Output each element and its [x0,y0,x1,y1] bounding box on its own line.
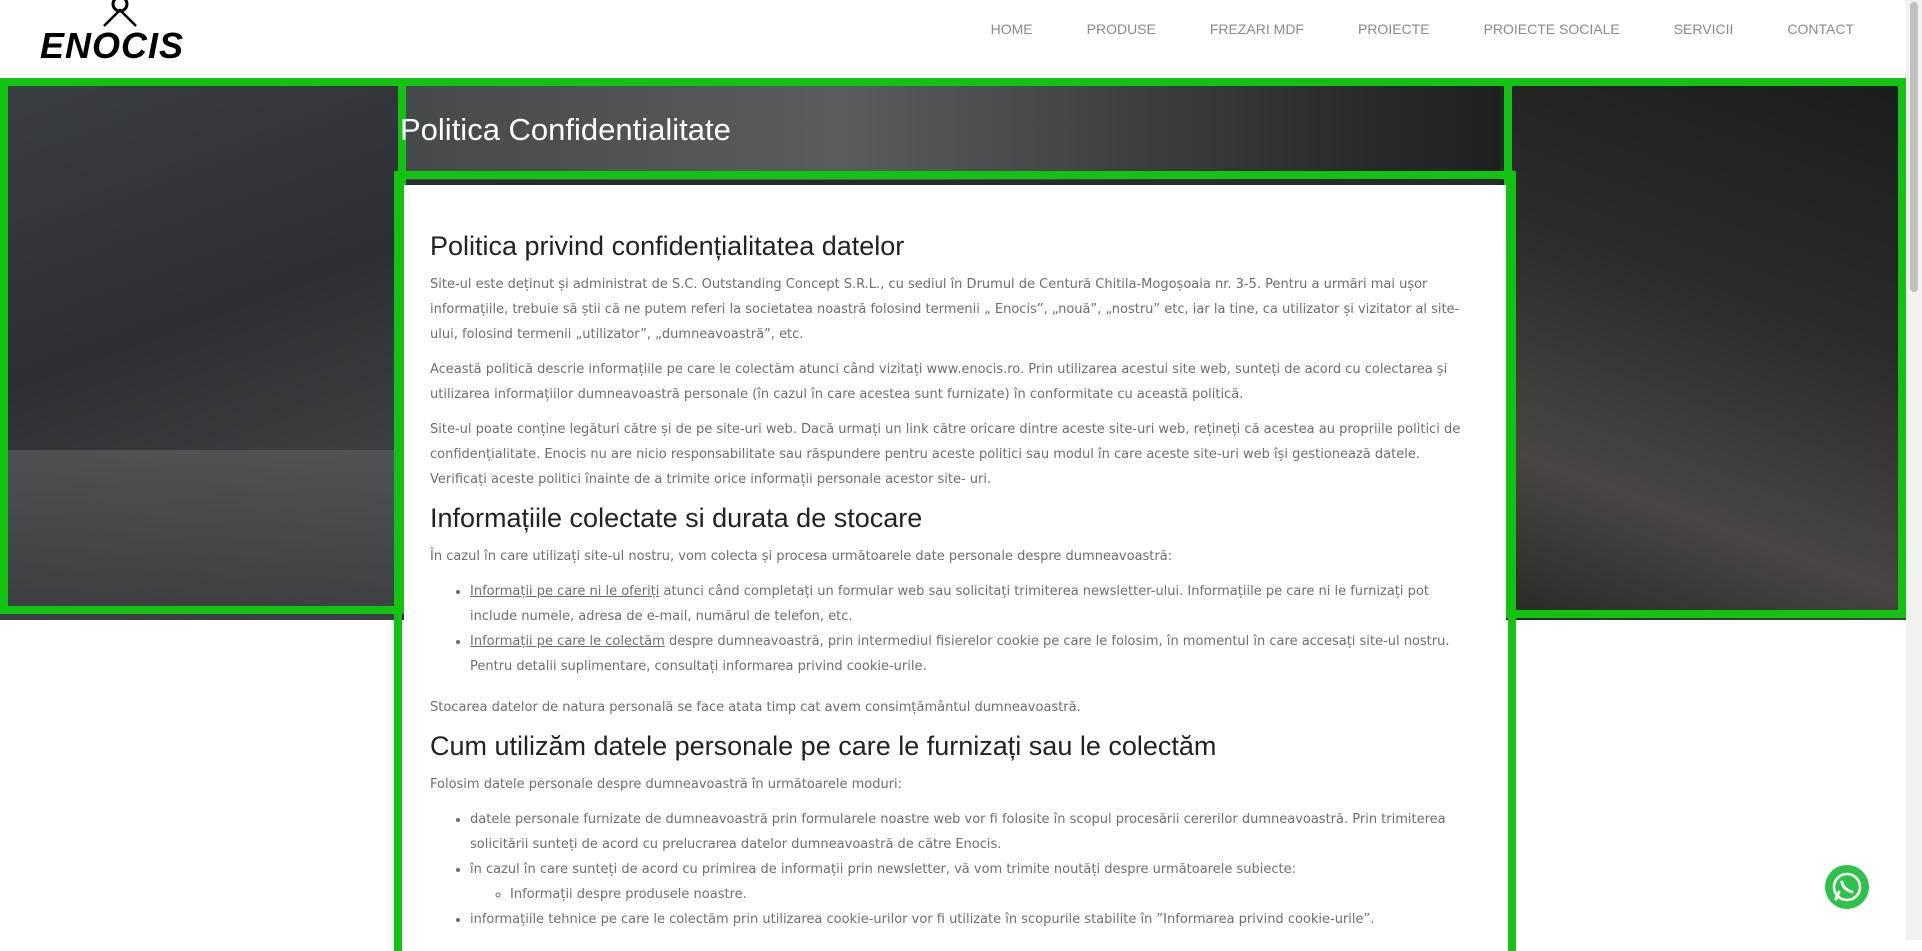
highlight-frame-right [1504,78,1906,618]
page-scrollbar[interactable] [1906,0,1922,940]
list-item: informațiile tehnice pe care le colectăm… [470,907,1480,932]
logo-hook-icon [103,0,137,27]
scrollbar-thumb[interactable] [1910,2,1918,292]
nav-contact[interactable]: CONTACT [1787,21,1854,37]
enocis-logo[interactable]: ENOCIS [40,0,200,68]
main-nav: HOME PRODUSE FREZARI MDF PROIECTE PROIEC… [937,0,1854,58]
whatsapp-icon [1832,872,1862,902]
nav-home[interactable]: HOME [991,21,1033,37]
paragraph: În cazul în care utilizați site-ul nostr… [430,549,1173,564]
paragraph: Folosim datele personale despre dumneavo… [430,777,903,792]
sub-list: Informații despre produsele noastre. [470,882,1480,907]
nav-frezari-mdf[interactable]: FREZARI MDF [1210,21,1304,37]
logo-text: ENOCIS [40,25,185,66]
list-item: în cazul în care sunteți de acord cu pri… [470,857,1480,907]
list-item: Informații pe care ni le oferiți atunci … [470,579,1480,629]
nav-servicii[interactable]: SERVICII [1674,21,1734,37]
section-title-privacy: Politica privind confidențialitatea date… [430,231,905,261]
list-item: Informații pe care le colectăm despre du… [470,629,1480,679]
paragraph: Stocarea datelor de natura personală se … [430,700,1081,715]
section-title-data-usage: Cum utilizăm datele personale pe care le… [430,731,1217,761]
info-provided-link[interactable]: Informații pe care ni le oferiți [470,584,659,599]
nav-proiecte[interactable]: PROIECTE [1358,21,1430,37]
content-panel: Politica privind confidențialitatea date… [404,185,1506,945]
nav-produse[interactable]: PRODUSE [1087,21,1156,37]
list-item: datele personale furnizate de dumneavoas… [470,807,1480,857]
info-collected-link[interactable]: Informații pe care le colectăm [470,634,665,649]
list-item: Informații despre produsele noastre. [510,882,1480,907]
paragraph: Site-ul este deținut și administrat de S… [430,277,1460,342]
site-header: ENOCIS HOME PRODUSE FREZARI MDF PROIECTE… [0,0,1906,80]
policy-text: Politica privind confidențialitatea date… [430,230,1480,948]
paragraph: Site-ul poate conține legături către și … [430,422,1461,487]
page-title: Politica Confidentialitate [400,112,731,147]
whatsapp-button[interactable] [1825,865,1869,909]
section-title-collected-info: Informațiile colectate si durata de stoc… [430,503,923,533]
data-usage-list: datele personale furnizate de dumneavoas… [430,807,1480,932]
paragraph: Această politică descrie informațiile pe… [430,362,1448,402]
collected-info-list: Informații pe care ni le oferiți atunci … [430,579,1480,679]
nav-proiecte-sociale[interactable]: PROIECTE SOCIALE [1484,21,1620,37]
